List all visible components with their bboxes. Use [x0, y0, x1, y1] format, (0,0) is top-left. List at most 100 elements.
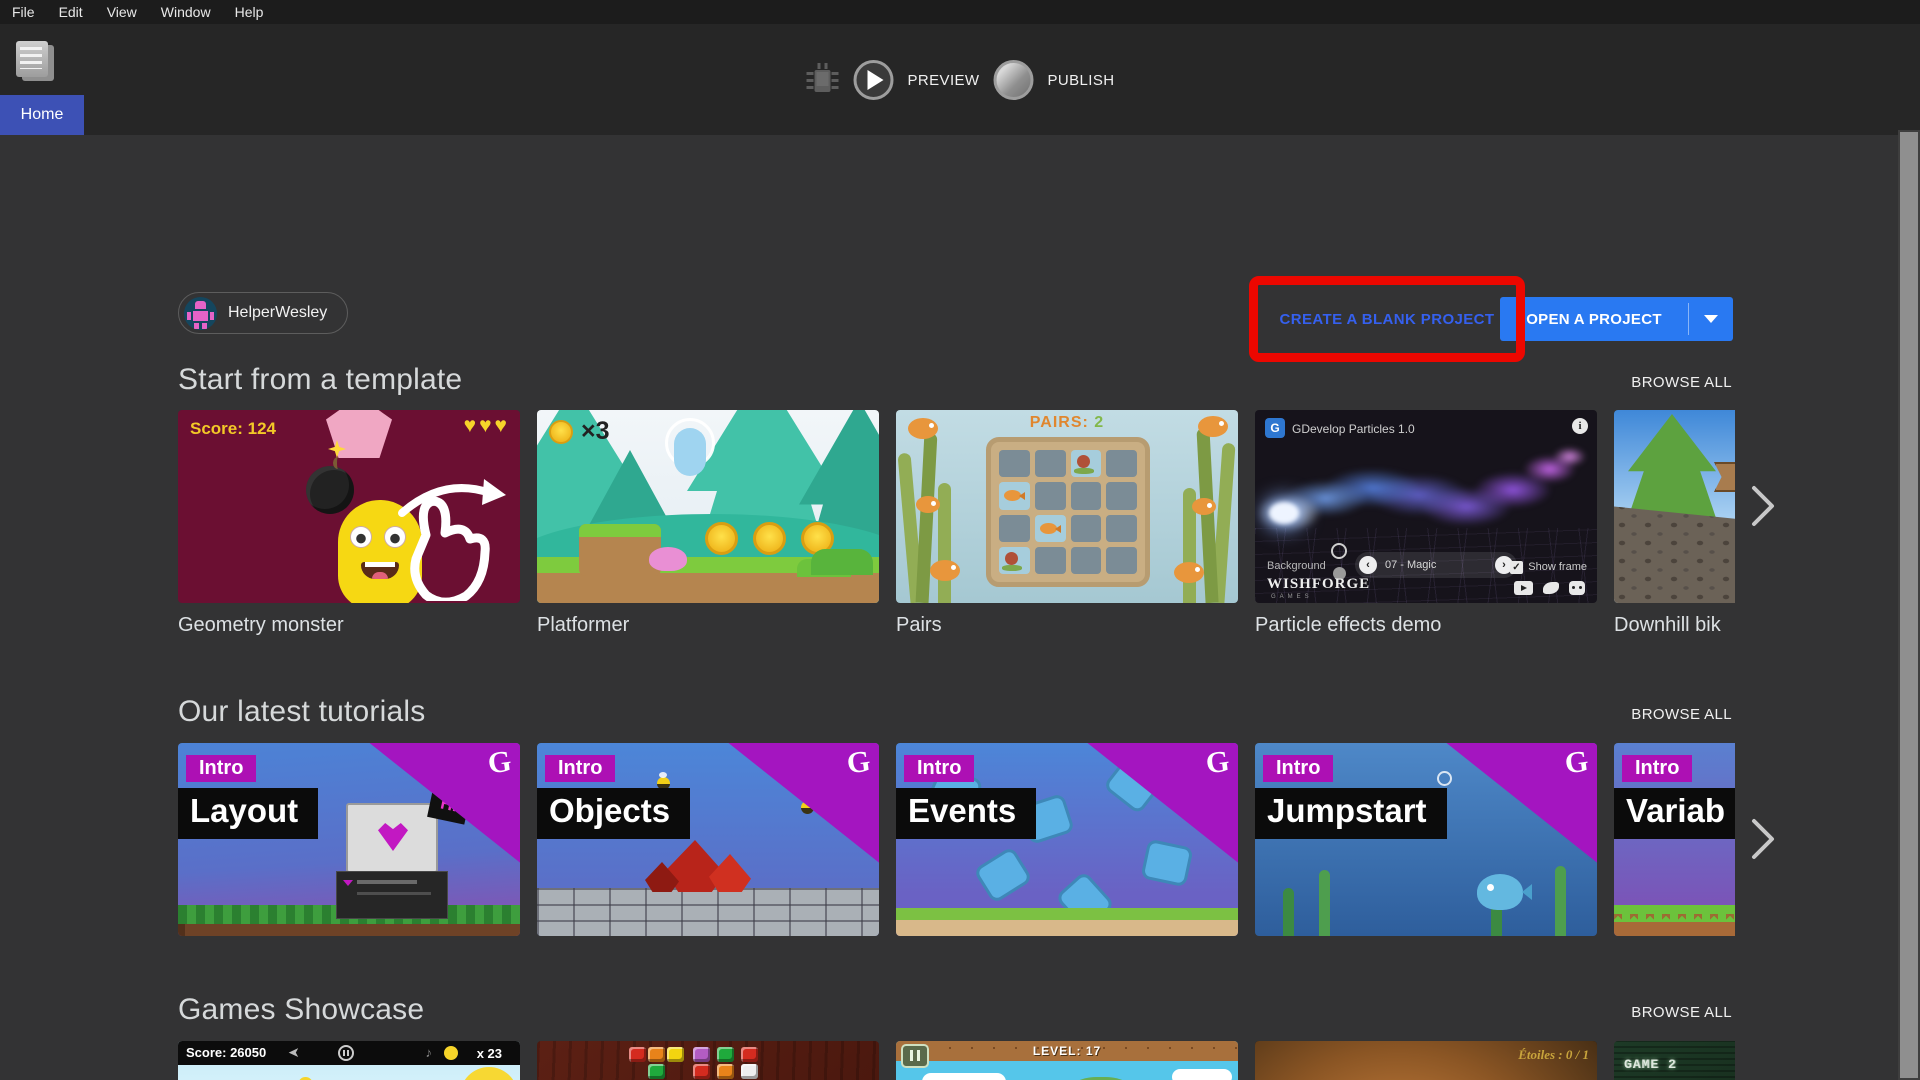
menu-help[interactable]: Help [223, 1, 276, 23]
showcase-card-night-monsters[interactable]: Étoiles : 0 / 1 Tuer les monstres en leu… [1255, 1041, 1597, 1080]
annotation-red-box: CREATE A BLANK PROJECT [1249, 276, 1525, 362]
variables-tutorial-thumbnail: +1 G Intro Variab [1614, 743, 1735, 936]
tile-block-art [648, 1064, 665, 1079]
open-project-button[interactable]: OPEN A PROJECT [1500, 297, 1733, 341]
prev-effect-icon: ‹ [1359, 556, 1377, 574]
scrollbar-thumb[interactable] [1900, 132, 1918, 1078]
intro-badge: Intro [1263, 755, 1333, 782]
tile-block-art [648, 1047, 665, 1062]
showcase-card-tile-on[interactable]: 4 DIFFERENT MATCHING GAMES [537, 1041, 879, 1080]
open-project-label[interactable]: OPEN A PROJECT [1500, 297, 1688, 341]
project-manager-icon[interactable] [14, 40, 56, 82]
toolbar: PREVIEW PUBLISH [0, 24, 1920, 135]
publish-icon[interactable] [993, 60, 1033, 100]
template-title: Platformer [537, 614, 879, 637]
avatar-head-art [195, 301, 206, 309]
back-arrow-icon: ➤ [288, 1044, 300, 1061]
panel-bar-art [357, 880, 417, 884]
youtube-icon [1514, 581, 1533, 595]
avatar-body-art [193, 311, 208, 321]
template-card-geometry-monster[interactable]: Score: 124 ♥♥♥ [178, 410, 520, 637]
debugger-icon[interactable] [806, 61, 840, 99]
fish-art [1477, 874, 1523, 910]
card-tile-flipped [1071, 450, 1102, 477]
grass-strip-art [1614, 905, 1735, 922]
user-chip[interactable]: HelperWesley [178, 292, 348, 334]
downhill-thumbnail: G [1614, 410, 1735, 603]
gdevelop-logo-icon: G [844, 745, 872, 782]
menu-edit[interactable]: Edit [47, 1, 95, 23]
card-tile-flipped [1035, 515, 1066, 542]
publish-button[interactable]: PUBLISH [1047, 72, 1114, 89]
tutorials-carousel: Hi G Intro Layout [178, 743, 1735, 936]
dirt-strip-art [1614, 922, 1735, 936]
card-tile [1071, 515, 1102, 542]
menu-window[interactable]: Window [149, 1, 223, 23]
mute-icon: ♪ [426, 1045, 433, 1060]
chick-counter-icon [444, 1046, 458, 1060]
browse-all-showcase[interactable]: BROWSE ALL [1631, 1004, 1732, 1021]
tutorial-card-variables[interactable]: +1 G Intro Variab [1614, 743, 1735, 936]
events-tutorial-thumbnail: G Intro Events [896, 743, 1238, 936]
template-card-pairs[interactable]: PAIRS: 2 [896, 410, 1238, 637]
browse-all-templates[interactable]: BROWSE ALL [1631, 374, 1732, 391]
menu-view[interactable]: View [95, 1, 149, 23]
pairs-label: PAIRS: [1030, 414, 1089, 431]
retro-menu-thumbnail: GAME 2 GAME 3 GAME 4 GAME 5 GAME 6 EXIT [1614, 1041, 1735, 1080]
pairs-value: 2 [1094, 414, 1104, 431]
template-card-platformer[interactable]: ×3 Platformer [537, 410, 879, 637]
preview-play-icon[interactable] [854, 60, 894, 100]
tab-home[interactable]: Home [0, 95, 84, 135]
menu-file[interactable]: File [0, 1, 47, 23]
falling-piece-art [1140, 839, 1193, 888]
tutorial-card-events[interactable]: G Intro Events [896, 743, 1238, 936]
template-card-particle-effects[interactable]: G GDevelop Particles 1.0 i Background ‹ … [1255, 410, 1597, 637]
particles-app-title: GDevelop Particles 1.0 [1292, 422, 1415, 436]
tile-block-art [741, 1064, 758, 1079]
scrollbar-track[interactable] [1898, 130, 1920, 1080]
stars-counter-text: Étoiles : 0 / 1 [1518, 1047, 1589, 1063]
cloud-art [1172, 1069, 1232, 1080]
bomb-art [306, 466, 354, 514]
play-triangle-art [868, 70, 884, 90]
username: HelperWesley [228, 304, 327, 322]
card-tile [1106, 482, 1137, 509]
chick-counter-text: x 23 [477, 1046, 502, 1061]
create-blank-project-button[interactable]: CREATE A BLANK PROJECT [1280, 311, 1495, 328]
checkbox-icon: ✓ [1510, 561, 1523, 574]
tutorial-card-layout[interactable]: Hi G Intro Layout [178, 743, 520, 936]
grass-strip-art [896, 908, 1238, 920]
seaweed-art [1555, 866, 1566, 936]
coin-art [705, 522, 738, 555]
tile-block-art [717, 1064, 734, 1079]
tutorial-title: Events [896, 788, 1036, 839]
gdevelop-logo-icon: G [1203, 745, 1231, 782]
preview-button[interactable]: PREVIEW [908, 72, 980, 89]
chevron-right-icon[interactable] [1746, 816, 1780, 862]
tutorial-title: Layout [178, 788, 318, 839]
card-tile [1035, 482, 1066, 509]
showcase-card-pixel-platformer[interactable]: ▲▲▲▲▲▲▲▲▲▲▲▲▲▲▲▲▲▲▲▲▲▲▲▲▲▲▲▲▲▲▲▲▲▲▲▲▲▲▲▲… [896, 1041, 1238, 1080]
astronaut-art [665, 418, 715, 468]
showcase-carousel: Score: 26050 ➤ ♪ x 23 [178, 1041, 1735, 1080]
avatar-leg-art [202, 323, 207, 329]
browse-all-tutorials[interactable]: BROWSE ALL [1631, 706, 1732, 723]
pairs-header: PAIRS: 2 [896, 414, 1238, 432]
panel-bar-art [357, 892, 431, 895]
chevron-right-icon[interactable] [1746, 483, 1780, 529]
tree-art [1628, 414, 1716, 518]
showcase-card-easter[interactable]: Score: 26050 ➤ ♪ x 23 [178, 1041, 520, 1080]
card-tile [1106, 547, 1137, 574]
section-title-templates: Start from a template [178, 363, 462, 397]
template-card-downhill-bike[interactable]: G Downhill bik [1614, 410, 1735, 637]
effect-selector: ‹ 07 - Magic › [1355, 552, 1517, 578]
pixel-dirt-art [178, 924, 520, 936]
showcase-card-retro-menu[interactable]: GAME 2 GAME 3 GAME 4 GAME 5 GAME 6 EXIT [1614, 1041, 1735, 1080]
intro-badge: Intro [186, 755, 256, 782]
open-project-dropdown[interactable] [1689, 297, 1733, 341]
fish-art [1004, 490, 1021, 501]
particle-swirl-art [1259, 438, 1593, 542]
tutorial-card-objects[interactable]: G Intro Objects [537, 743, 879, 936]
tutorial-card-jumpstart[interactable]: G Intro Jumpstart [1255, 743, 1597, 936]
hand-gesture-art [388, 469, 516, 601]
